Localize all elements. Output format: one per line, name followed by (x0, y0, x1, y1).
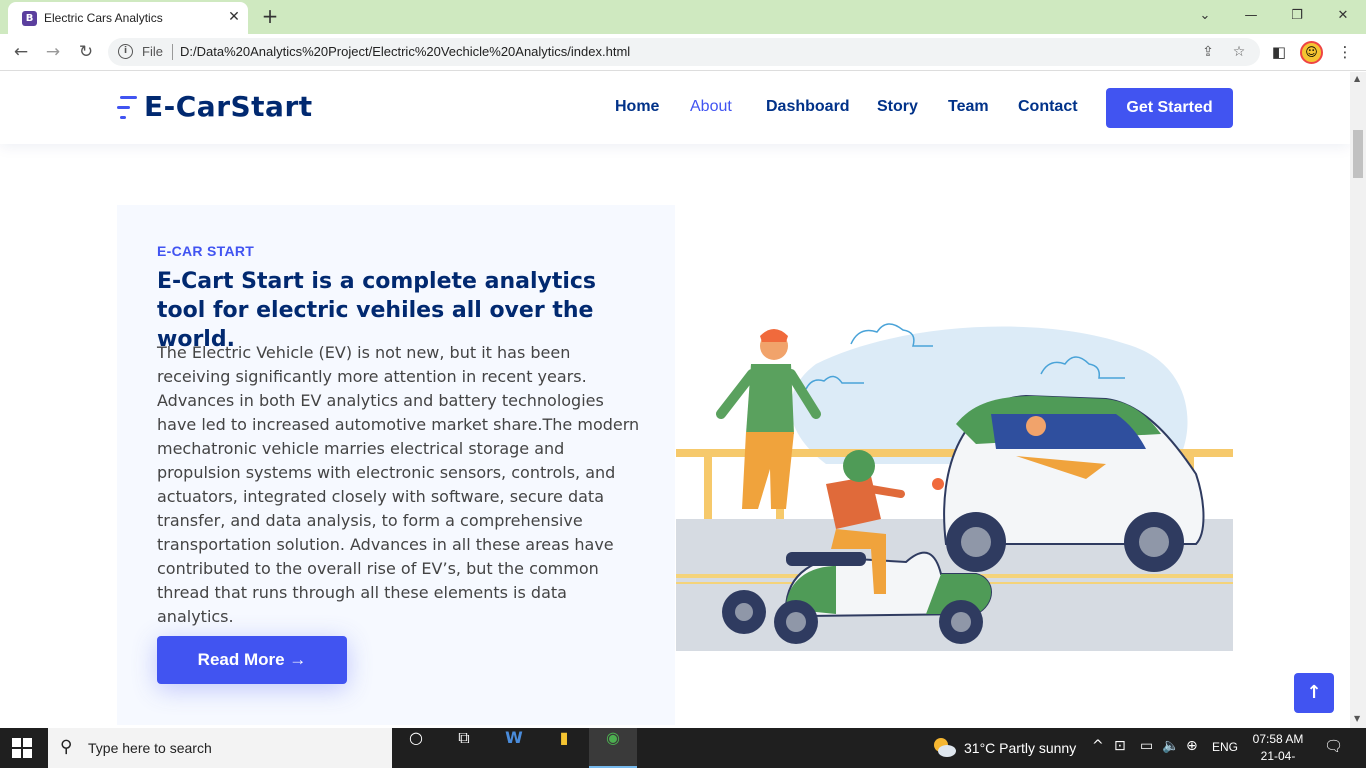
url-scheme-label: File (142, 44, 163, 59)
site-header: E-CarStart Home About Dashboard Story Te… (0, 72, 1350, 144)
back-icon[interactable]: ← (10, 41, 32, 63)
search-placeholder: Type here to search (88, 740, 212, 756)
section-eyebrow: E-CAR START (157, 243, 255, 259)
scroll-down-arrow-icon[interactable]: ▼ (1354, 714, 1360, 723)
scroll-thumb[interactable] (1353, 130, 1363, 178)
favicon-icon: B (22, 11, 37, 26)
chrome-app-icon[interactable]: ◉ (589, 728, 637, 768)
address-bar[interactable]: i File D:/Data%20Analytics%20Project/Ele… (108, 38, 1260, 66)
clock-date: 21-04-2023 (1260, 749, 1296, 780)
omnibox-divider (172, 44, 173, 60)
about-body: The Electric Vehicle (EV) is not new, bu… (157, 343, 640, 626)
cortana-icon[interactable]: ○ (392, 728, 440, 768)
page-scrollbar[interactable]: ▲ ▼ (1350, 72, 1366, 728)
globe-icon[interactable]: ⊕ (1186, 738, 1198, 754)
clock-time: 07:58 AM (1252, 732, 1304, 746)
close-tab-icon[interactable]: ✕ (224, 7, 244, 27)
back-to-top-button[interactable]: ↑ (1294, 673, 1334, 713)
info-icon[interactable]: i (118, 44, 133, 59)
task-view-icon[interactable]: ⧉ (440, 728, 488, 768)
close-window-icon[interactable]: ✕ (1331, 5, 1355, 27)
url-text[interactable]: D:/Data%20Analytics%20Project/Electric%2… (180, 44, 630, 59)
show-hidden-icons-icon[interactable]: ^ (1092, 738, 1104, 754)
volume-icon[interactable]: 🔈 (1162, 738, 1179, 754)
side-panel-icon[interactable]: ◧ (1268, 41, 1290, 63)
windows-start-icon[interactable] (12, 738, 32, 758)
browser-toolbar: ← → ↻ i File D:/Data%20Analytics%20Proje… (0, 34, 1366, 71)
nav-dashboard[interactable]: Dashboard (766, 98, 850, 116)
profile-avatar-icon[interactable]: ☺ (1300, 41, 1323, 64)
share-icon[interactable]: ⇪ (1198, 42, 1218, 62)
system-clock[interactable]: 07:58 AM 21-04-2023 (1248, 731, 1308, 782)
partly-sunny-icon (934, 738, 956, 757)
menu-kebab-icon[interactable]: ⋮ (1334, 41, 1356, 63)
battery-icon[interactable]: ▭ (1140, 738, 1153, 754)
search-icon: ⚲ (60, 737, 73, 757)
browser-tab-strip: B Electric Cars Analytics ✕ + ⌄ — ❐ ✕ (0, 0, 1366, 34)
nav-contact[interactable]: Contact (1018, 98, 1078, 116)
forward-icon[interactable]: → (42, 41, 64, 63)
site-logo[interactable]: E-CarStart (144, 90, 313, 123)
logo-mark-icon[interactable] (117, 94, 139, 122)
nav-home[interactable]: Home (615, 98, 659, 116)
scroll-up-arrow-icon[interactable]: ▲ (1354, 74, 1360, 83)
reload-icon[interactable]: ↻ (75, 41, 97, 63)
windows-taskbar: ⚲ Type here to search ○ ⧉ W ▮ ◉ 31°C Par… (0, 728, 1366, 780)
get-started-button[interactable]: Get Started (1106, 88, 1233, 128)
tab-title: Electric Cars Analytics (44, 11, 163, 25)
about-section: E-CAR START E-Cart Start is a complete a… (117, 205, 675, 725)
file-explorer-icon[interactable]: ▮ (540, 728, 588, 768)
language-indicator[interactable]: ENG (1212, 740, 1238, 754)
nav-about[interactable]: About (690, 98, 732, 116)
word-app-icon[interactable]: W (490, 728, 538, 768)
nav-team[interactable]: Team (948, 98, 989, 116)
ev-illustration (676, 304, 1233, 651)
read-more-button[interactable]: Read More → (157, 636, 347, 684)
nav-story[interactable]: Story (877, 98, 918, 116)
minimize-icon[interactable]: — (1239, 5, 1263, 27)
notification-icon[interactable]: 🗨 (1324, 737, 1343, 755)
page-viewport: E-CarStart Home About Dashboard Story Te… (0, 72, 1350, 728)
new-tab-icon[interactable]: + (258, 4, 282, 28)
restore-icon[interactable]: ❐ (1285, 5, 1309, 27)
bookmark-star-icon[interactable]: ☆ (1229, 42, 1249, 62)
weather-text[interactable]: 31°C Partly sunny (964, 740, 1076, 756)
tab-search-icon[interactable]: ⌄ (1193, 5, 1217, 27)
taskbar-search-box[interactable]: ⚲ Type here to search (48, 728, 392, 768)
network-adapter-icon[interactable]: ⊡ (1114, 738, 1126, 754)
browser-tab[interactable]: B Electric Cars Analytics ✕ (8, 2, 248, 34)
